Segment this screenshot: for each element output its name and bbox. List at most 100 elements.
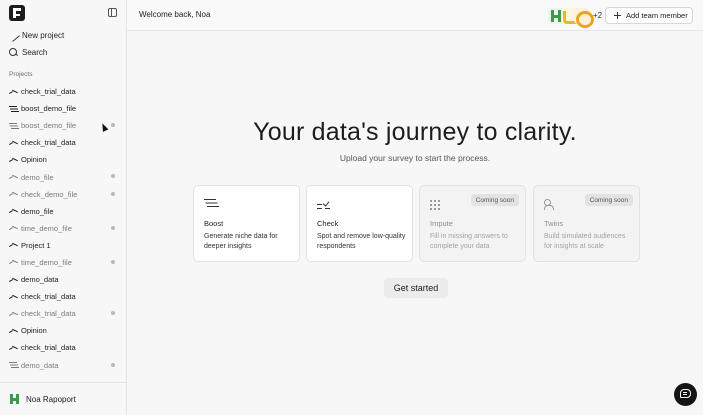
status-dot [111,191,115,196]
project-item[interactable]: time_demo_file [0,220,127,237]
search-icon [9,47,18,57]
project-item[interactable]: check_trial_data [0,339,127,356]
status-dot [111,259,115,264]
project-item-label: boost_demo_file [21,104,77,114]
trend-icon [9,276,18,284]
top-header: Welcome back, Noa +2 Add team member [127,0,703,31]
chat-button[interactable] [674,383,697,406]
app-logo[interactable] [9,5,25,21]
lines-icon [9,361,18,369]
team-avatars[interactable]: +2 [548,7,603,28]
project-item[interactable]: demo_file [0,168,127,185]
grid-icon [430,199,442,209]
trend-icon [9,207,18,215]
project-item[interactable]: Project 1 [0,237,127,254]
page-subtitle: Upload your survey to start the process. [339,153,491,163]
project-item[interactable]: check_trial_data [0,83,127,100]
card-title: Check [317,219,339,228]
lines-icon [9,105,18,113]
team-avatar [574,7,594,28]
project-item[interactable]: Opinion [0,151,127,168]
trend-icon [9,310,18,318]
card-description: Fill in missing answers to complete your… [430,233,508,250]
project-item-label: check_trial_data [21,309,76,319]
project-item-label: check_trial_data [21,292,76,302]
search-label: Search [22,47,48,57]
trend-icon [9,224,18,232]
project-item[interactable]: time_demo_file [0,254,127,271]
coming-soon-badge: Coming soon [584,194,633,206]
project-item[interactable]: boost_demo_file [0,117,127,134]
sidebar: New project Search Projects check_trial_… [0,0,127,415]
get-started-button[interactable]: Get started [384,278,448,298]
card-title: Twins [544,219,564,228]
project-item[interactable]: check_demo_file [0,186,127,203]
project-item-label: check_trial_data [21,138,76,148]
welcome-message: Welcome back, Noa [139,10,211,19]
card-description: Generate niche data for deeper insights [204,233,278,250]
avatar [9,393,21,405]
card-title: Impute [430,219,453,228]
status-dot [111,174,115,179]
card-description: Build simulated audiences for insights a… [544,233,626,250]
add-team-member-button[interactable]: Add team member [605,7,693,24]
people-icon [544,199,556,210]
lines-icon [9,122,18,130]
project-item[interactable]: check_trial_data [0,288,127,305]
project-item-label: demo_file [21,206,54,216]
trend-icon [9,173,18,181]
page-title: Your data's journey to clarity. [253,118,577,146]
new-project-button[interactable]: New project [7,28,65,42]
user-name: Noa Rapoport [26,394,76,404]
feature-card-impute: Impute Fill in missing answers to complet… [419,185,526,262]
project-item-label: demo_file [21,172,54,182]
project-item-label: Opinion [21,155,47,165]
project-item-label: check_trial_data [21,343,76,353]
trend-icon [9,293,18,301]
project-item-label: check_trial_data [21,87,76,97]
new-project-label: New project [22,30,65,40]
project-list: check_trial_data boost_demo_file boost_dem… [0,83,127,374]
trend-icon [9,241,18,249]
project-item-label: Opinion [21,326,47,336]
project-item[interactable]: demo_file [0,203,127,220]
project-item[interactable]: check_trial_data [0,305,127,322]
chat-bubble-icon [680,389,691,398]
project-item[interactable]: demo_data [0,357,127,374]
feature-card-check[interactable]: Check Spot and remove low-quality respond… [306,185,413,262]
project-item[interactable]: check_trial_data [0,134,127,151]
card-description: Spot and remove low-quality respondents [317,233,406,250]
project-item[interactable]: demo_data [0,271,127,288]
check-icon [317,199,329,209]
project-item-label: time_demo_file [21,223,72,233]
status-dot [111,123,115,128]
trend-icon [9,88,18,96]
card-title: Boost [204,219,224,228]
project-item-label: check_demo_file [21,189,78,199]
project-item[interactable]: Opinion [0,322,127,339]
coming-soon-badge: Coming soon [470,194,519,206]
search-button[interactable]: Search [9,46,47,58]
trend-icon [9,258,18,266]
pencil-icon [7,28,20,42]
project-item-label: demo_data [21,275,59,285]
trend-icon [9,139,18,147]
trend-icon [9,156,18,164]
feature-card-boost[interactable]: Boost Generate niche data for deeper insi… [193,185,300,262]
project-item[interactable]: boost_demo_file [0,100,127,117]
project-item-label: Project 1 [21,240,51,250]
trend-icon [9,190,18,198]
user-profile[interactable]: Noa Rapoport [0,382,127,415]
plus-icon [614,12,621,19]
project-item-label: demo_data [21,360,59,370]
status-dot [111,311,115,316]
trend-icon [9,327,18,335]
project-item-label: boost_demo_file [21,121,77,131]
more-members-count: +2 [593,11,603,20]
filter-icon [204,199,216,209]
trend-icon [9,344,18,352]
project-item-label: time_demo_file [21,257,72,267]
feature-card-twins: Twins Build simulated audiences for insig… [533,185,640,262]
sidebar-toggle-icon[interactable] [108,8,117,17]
add-team-member-label: Add team member [626,11,688,20]
